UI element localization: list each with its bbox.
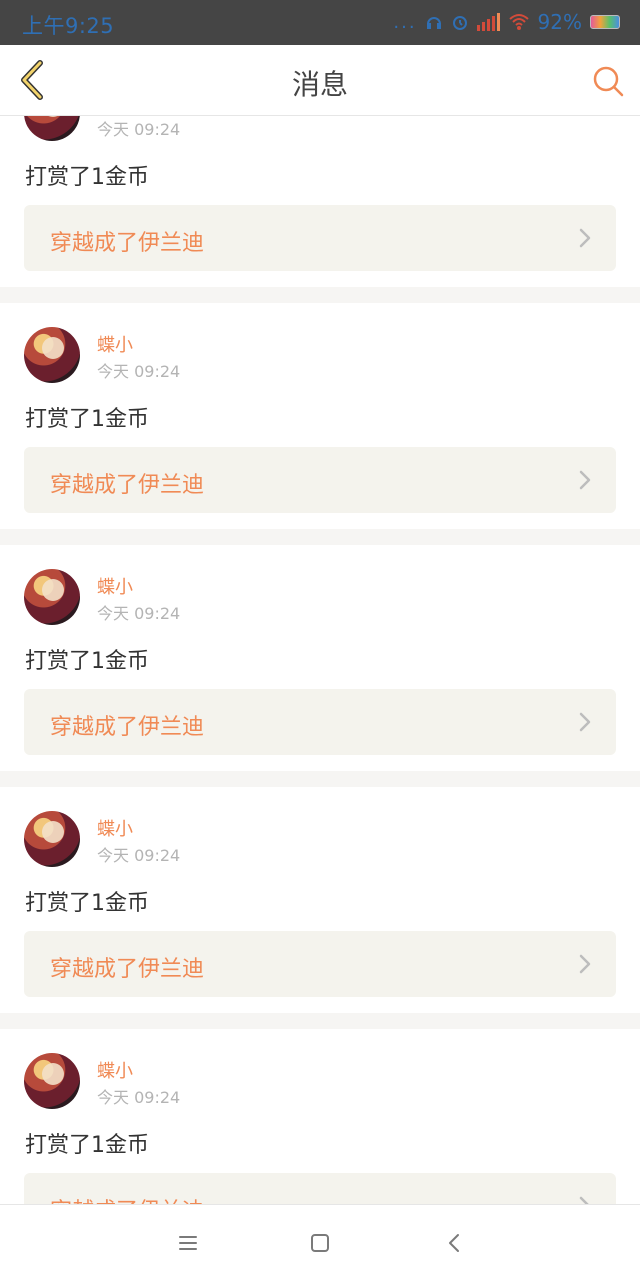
link-title[interactable]: 穿越成了伊兰迪 (50, 1193, 204, 1204)
timestamp: 今天 09:24 (97, 120, 181, 139)
link-title[interactable]: 穿越成了伊兰迪 (50, 951, 204, 983)
avatar[interactable] (24, 116, 80, 141)
message-text: 打赏了1金币 (25, 165, 149, 190)
username[interactable]: 蝶小 (97, 815, 133, 841)
system-nav-bar (0, 1204, 640, 1281)
alarm-icon (452, 16, 467, 30)
chevron-right-icon (579, 954, 591, 974)
search-icon[interactable] (590, 63, 626, 99)
message-card: 蝶小 今天 09:24 打赏了1金币 穿越成了伊兰迪 (0, 1029, 640, 1204)
timestamp: 今天 09:24 (97, 1088, 181, 1107)
avatar[interactable] (24, 1053, 80, 1109)
timestamp: 今天 09:24 (97, 846, 181, 865)
username[interactable]: 蝶小 (97, 573, 133, 599)
avatar[interactable] (24, 811, 80, 867)
link-box[interactable]: 穿越成了伊兰迪 (24, 447, 616, 513)
timestamp: 今天 09:24 (97, 604, 181, 623)
chevron-right-icon (579, 228, 591, 248)
home-square-icon[interactable] (304, 1227, 336, 1259)
message-list[interactable]: 蝶小 今天 09:24 打赏了1金币 穿越成了伊兰迪 蝶小 今天 09:24 打… (0, 116, 640, 1204)
message-text: 打赏了1金币 (25, 1133, 149, 1158)
link-title[interactable]: 穿越成了伊兰迪 (50, 709, 204, 741)
message-card: 蝶小 今天 09:24 打赏了1金币 穿越成了伊兰迪 (0, 545, 640, 771)
page-title: 消息 (291, 68, 348, 101)
message-text: 打赏了1金币 (25, 649, 149, 674)
status-bar: 上午9:25 ... 92% (0, 0, 640, 45)
battery-percentage: 92% (537, 10, 582, 34)
back-triangle-icon[interactable] (438, 1227, 470, 1259)
link-box[interactable]: 穿越成了伊兰迪 (24, 689, 616, 755)
chevron-right-icon (579, 470, 591, 490)
username[interactable]: 蝶小 (97, 1057, 133, 1083)
headphones-icon (426, 17, 441, 29)
message-text: 打赏了1金币 (25, 891, 149, 916)
link-title[interactable]: 穿越成了伊兰迪 (50, 225, 204, 257)
link-title[interactable]: 穿越成了伊兰迪 (50, 467, 204, 499)
chevron-right-icon (579, 1196, 589, 1204)
link-box[interactable]: 穿越成了伊兰迪 (24, 931, 616, 997)
status-time: 上午9:25 (22, 14, 115, 38)
username[interactable]: 蝶小 (97, 331, 133, 357)
message-text: 打赏了1金币 (25, 407, 149, 432)
status-icons: ... 92% (393, 10, 620, 34)
menu-icon[interactable] (172, 1227, 204, 1259)
more-icon: ... (393, 11, 417, 33)
timestamp: 今天 09:24 (97, 362, 181, 381)
avatar[interactable] (24, 327, 80, 383)
signal-icon (476, 13, 500, 31)
wifi-icon (508, 14, 529, 30)
message-card: 蝶小 今天 09:24 打赏了1金币 穿越成了伊兰迪 (0, 116, 640, 287)
avatar[interactable] (24, 569, 80, 625)
battery-icon (590, 15, 620, 29)
link-box[interactable]: 穿越成了伊兰迪 (24, 205, 616, 271)
message-card: 蝶小 今天 09:24 打赏了1金币 穿越成了伊兰迪 (0, 787, 640, 1013)
link-box[interactable]: 穿越成了伊兰迪 (24, 1173, 616, 1204)
top-bar: 消息 (0, 45, 640, 116)
chevron-right-icon (579, 712, 591, 732)
message-card: 蝶小 今天 09:24 打赏了1金币 穿越成了伊兰迪 (0, 303, 640, 529)
